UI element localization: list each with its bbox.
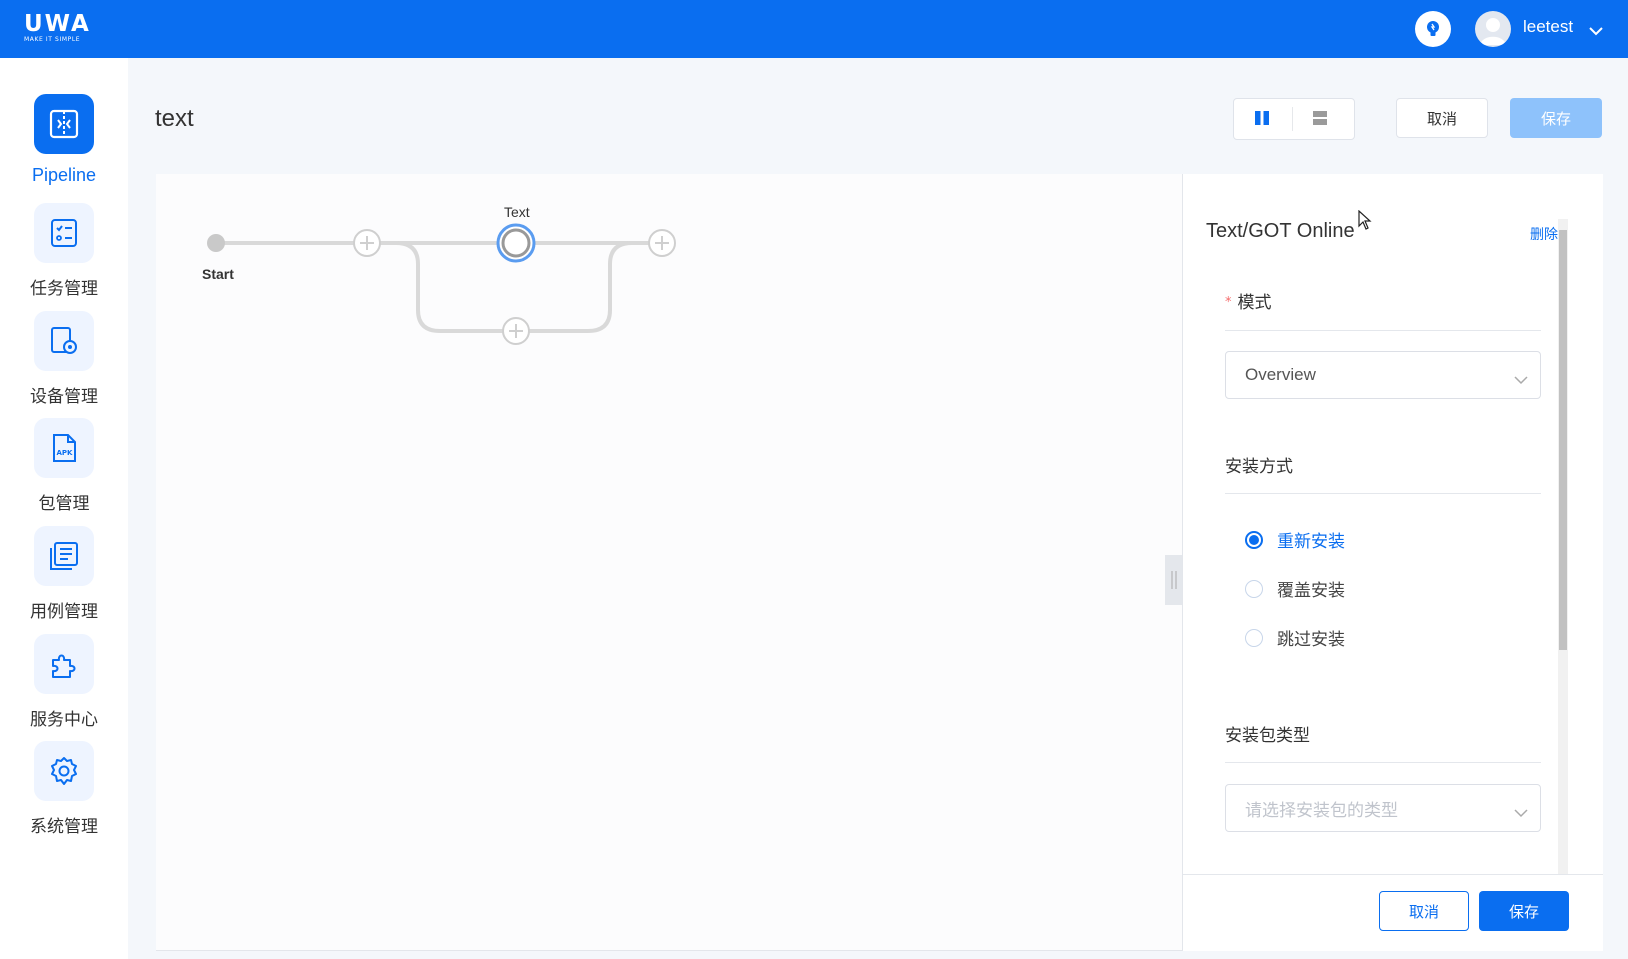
sidebar-item-cases[interactable]: 用例管理	[0, 526, 128, 622]
step-config-panel: Text/GOT Online 删除 * 模式 Overview 安装方式 重新安…	[1183, 174, 1603, 951]
mode-select[interactable]: Overview	[1225, 351, 1541, 399]
radio-circle	[1245, 530, 1263, 549]
top-bar: UWA MAKE IT SIMPLE leetest	[0, 0, 1628, 58]
text-node[interactable]	[496, 223, 536, 263]
apk-icon-text: APK	[57, 449, 74, 457]
panel-cancel-button[interactable]: 取消	[1379, 891, 1469, 931]
mode-label: * 模式	[1225, 293, 1272, 313]
lightbulb-icon[interactable]	[1415, 11, 1451, 47]
radio-reinstall[interactable]: 重新安装	[1245, 527, 1345, 552]
panel-save-button[interactable]: 保存	[1479, 891, 1569, 931]
chevron-down-icon	[1514, 370, 1528, 390]
start-node[interactable]	[207, 234, 225, 252]
rows-view-icon[interactable]	[1312, 110, 1328, 130]
panel-footer: 取消 保存	[1183, 874, 1603, 951]
pipeline-canvas[interactable]: Start Text	[156, 174, 1183, 951]
radio-overwrite-install[interactable]: 覆盖安装	[1245, 576, 1345, 601]
avatar[interactable]	[1475, 11, 1511, 47]
logo-tagline: MAKE IT SIMPLE	[24, 36, 81, 43]
columns-view-icon[interactable]	[1254, 110, 1270, 130]
puzzle-icon	[34, 634, 94, 694]
sidebar-item-devices[interactable]: 设备管理	[0, 311, 128, 407]
install-method-label: 安装方式	[1225, 457, 1293, 477]
divider	[1225, 762, 1541, 763]
task-list-icon	[34, 203, 94, 263]
username[interactable]: leetest	[1523, 17, 1573, 37]
node-label: Text	[504, 204, 530, 220]
add-step-icon[interactable]	[353, 229, 381, 257]
panel-resize-handle[interactable]	[1165, 555, 1182, 605]
sidebar-item-label: 服务中心	[30, 710, 98, 730]
chevron-down-icon	[1514, 803, 1528, 823]
add-step-icon[interactable]	[648, 229, 676, 257]
sidebar-item-system[interactable]: 系统管理	[0, 741, 128, 837]
cancel-button[interactable]: 取消	[1396, 98, 1488, 138]
apk-file-icon: APK	[34, 418, 94, 478]
sidebar-item-label: 包管理	[38, 494, 90, 514]
panel-title: Text/GOT Online	[1206, 220, 1355, 242]
device-settings-icon	[34, 311, 94, 371]
app-logo[interactable]: UWA MAKE IT SIMPLE	[24, 12, 104, 46]
sidebar-item-packages[interactable]: APK 包管理	[0, 418, 128, 514]
scrollbar-thumb[interactable]	[1559, 230, 1567, 650]
radio-circle	[1245, 628, 1263, 647]
package-type-label: 安装包类型	[1225, 726, 1310, 746]
mouse-cursor-icon	[1358, 209, 1372, 234]
sidebar-item-label: 用例管理	[30, 602, 98, 622]
start-label: Start	[202, 266, 234, 282]
sidebar-item-label: 系统管理	[30, 817, 98, 837]
delete-link[interactable]: 删除	[1530, 224, 1558, 244]
chevron-down-icon[interactable]	[1588, 21, 1604, 40]
save-button[interactable]: 保存	[1510, 98, 1602, 138]
divider	[1225, 330, 1541, 331]
document-list-icon	[34, 526, 94, 586]
required-star: *	[1225, 295, 1232, 310]
view-toggle	[1233, 98, 1355, 140]
radio-circle	[1245, 579, 1263, 598]
page-title: text	[155, 105, 194, 132]
divider	[1225, 493, 1541, 494]
gear-icon	[34, 741, 94, 801]
pipeline-icon	[34, 94, 94, 154]
sidebar-item-services[interactable]: 服务中心	[0, 634, 128, 730]
sidebar-item-label: 设备管理	[30, 387, 98, 407]
package-type-select[interactable]: 请选择安装包的类型	[1225, 784, 1541, 832]
sidebar-item-label: Pipeline	[31, 165, 97, 185]
toggle-divider	[1292, 107, 1293, 131]
sidebar-item-pipeline[interactable]: Pipeline	[0, 94, 128, 186]
sidebar: Pipeline 任务管理 设备管理 APK 包管理 用例管理 服务中心 系统管…	[0, 58, 128, 959]
add-parallel-step-icon[interactable]	[502, 317, 530, 345]
radio-skip-install[interactable]: 跳过安装	[1245, 625, 1345, 650]
sidebar-item-label: 任务管理	[30, 279, 98, 299]
sidebar-item-tasks[interactable]: 任务管理	[0, 203, 128, 299]
logo-text: UWA	[24, 11, 91, 37]
